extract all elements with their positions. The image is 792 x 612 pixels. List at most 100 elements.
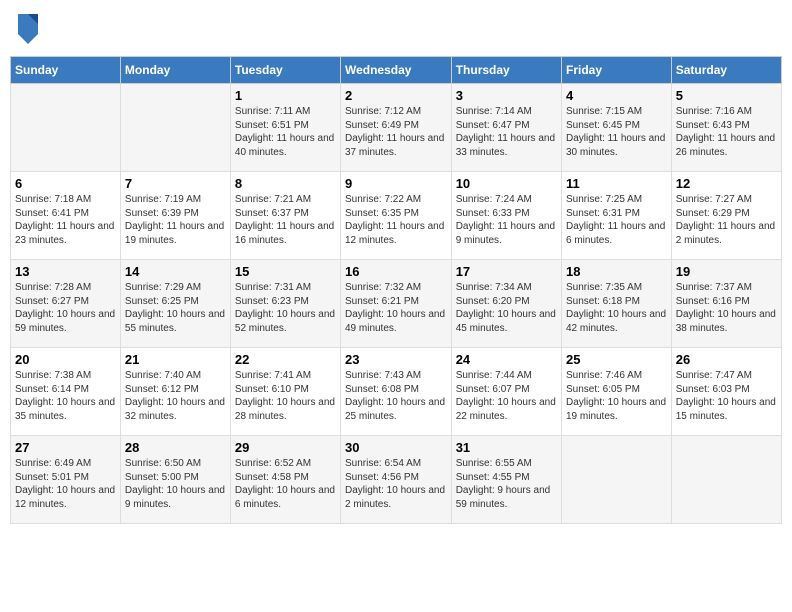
calendar-cell: 18 Sunrise: 7:35 AM Sunset: 6:18 PM Dayli… <box>561 260 671 348</box>
calendar-cell: 24Sunrise: 7:44 AM Sunset: 6:07 PM Dayli… <box>451 348 561 436</box>
day-number: 23 <box>345 352 447 367</box>
day-number: 31 <box>456 440 557 455</box>
calendar-cell <box>671 436 781 524</box>
cell-info: Sunrise: 7:16 AM Sunset: 6:43 PM Dayligh… <box>676 105 777 159</box>
calendar-cell: 13 Sunrise: 7:28 AM Sunset: 6:27 PM Dayli… <box>11 260 121 348</box>
day-number: 13 <box>15 264 116 279</box>
page-header <box>10 10 782 48</box>
cell-info: Sunrise: 7:29 AM Sunset: 6:25 PM Dayligh… <box>125 281 226 335</box>
cell-info: Sunrise: 6:50 AM Sunset: 5:00 PM Dayligh… <box>125 457 226 511</box>
calendar-cell: 27 Sunrise: 6:49 AM Sunset: 5:01 PM Dayli… <box>11 436 121 524</box>
cell-info: Sunrise: 6:54 AM Sunset: 4:56 PM Dayligh… <box>345 457 447 511</box>
calendar-cell: 21 Sunrise: 7:40 AM Sunset: 6:12 PM Dayli… <box>120 348 230 436</box>
day-number: 22 <box>235 352 336 367</box>
day-number: 24 <box>456 352 557 367</box>
cell-info: Sunrise: 7:32 AM Sunset: 6:21 PM Dayligh… <box>345 281 447 335</box>
day-number: 20 <box>15 352 116 367</box>
week-row-4: 20 Sunrise: 7:38 AM Sunset: 6:14 PM Dayli… <box>11 348 782 436</box>
cell-info: Sunrise: 7:41 AM Sunset: 6:10 PM Dayligh… <box>235 369 336 423</box>
cell-info: Sunrise: 7:46 AM Sunset: 6:05 PM Dayligh… <box>566 369 667 423</box>
cell-info: Sunrise: 7:34 AM Sunset: 6:20 PM Dayligh… <box>456 281 557 335</box>
header-row: SundayMondayTuesdayWednesdayThursdayFrid… <box>11 57 782 84</box>
day-number: 9 <box>345 176 447 191</box>
calendar-cell: 28Sunrise: 6:50 AM Sunset: 5:00 PM Dayli… <box>120 436 230 524</box>
calendar-cell: 12Sunrise: 7:27 AM Sunset: 6:29 PM Dayli… <box>671 172 781 260</box>
calendar-cell: 20 Sunrise: 7:38 AM Sunset: 6:14 PM Dayli… <box>11 348 121 436</box>
calendar-cell: 3 Sunrise: 7:14 AM Sunset: 6:47 PM Daylig… <box>451 84 561 172</box>
calendar-cell: 14 Sunrise: 7:29 AM Sunset: 6:25 PM Dayli… <box>120 260 230 348</box>
calendar-cell: 2Sunrise: 7:12 AM Sunset: 6:49 PM Daylig… <box>340 84 451 172</box>
calendar-cell: 17Sunrise: 7:34 AM Sunset: 6:20 PM Dayli… <box>451 260 561 348</box>
cell-info: Sunrise: 7:37 AM Sunset: 6:16 PM Dayligh… <box>676 281 777 335</box>
calendar-cell: 22 Sunrise: 7:41 AM Sunset: 6:10 PM Dayli… <box>230 348 340 436</box>
cell-info: Sunrise: 6:52 AM Sunset: 4:58 PM Dayligh… <box>235 457 336 511</box>
day-number: 18 <box>566 264 667 279</box>
day-number: 2 <box>345 88 447 103</box>
cell-info: Sunrise: 7:18 AM Sunset: 6:41 PM Dayligh… <box>15 193 116 247</box>
day-header-sunday: Sunday <box>11 57 121 84</box>
day-number: 19 <box>676 264 777 279</box>
week-row-5: 27 Sunrise: 6:49 AM Sunset: 5:01 PM Dayli… <box>11 436 782 524</box>
cell-info: Sunrise: 7:25 AM Sunset: 6:31 PM Dayligh… <box>566 193 667 247</box>
day-header-thursday: Thursday <box>451 57 561 84</box>
calendar-cell: 31 Sunrise: 6:55 AM Sunset: 4:55 PM Dayli… <box>451 436 561 524</box>
calendar-cell: 25 Sunrise: 7:46 AM Sunset: 6:05 PM Dayli… <box>561 348 671 436</box>
cell-info: Sunrise: 7:22 AM Sunset: 6:35 PM Dayligh… <box>345 193 447 247</box>
calendar-cell: 9 Sunrise: 7:22 AM Sunset: 6:35 PM Daylig… <box>340 172 451 260</box>
day-number: 6 <box>15 176 116 191</box>
day-number: 12 <box>676 176 777 191</box>
week-row-3: 13 Sunrise: 7:28 AM Sunset: 6:27 PM Dayli… <box>11 260 782 348</box>
day-number: 26 <box>676 352 777 367</box>
cell-info: Sunrise: 7:21 AM Sunset: 6:37 PM Dayligh… <box>235 193 336 247</box>
cell-info: Sunrise: 7:28 AM Sunset: 6:27 PM Dayligh… <box>15 281 116 335</box>
day-number: 11 <box>566 176 667 191</box>
day-number: 21 <box>125 352 226 367</box>
calendar-cell: 5 Sunrise: 7:16 AM Sunset: 6:43 PM Daylig… <box>671 84 781 172</box>
day-number: 4 <box>566 88 667 103</box>
week-row-1: 1Sunrise: 7:11 AM Sunset: 6:51 PM Daylig… <box>11 84 782 172</box>
calendar-body: 1Sunrise: 7:11 AM Sunset: 6:51 PM Daylig… <box>11 84 782 524</box>
cell-info: Sunrise: 7:24 AM Sunset: 6:33 PM Dayligh… <box>456 193 557 247</box>
day-header-friday: Friday <box>561 57 671 84</box>
cell-info: Sunrise: 7:15 AM Sunset: 6:45 PM Dayligh… <box>566 105 667 159</box>
calendar-cell: 26Sunrise: 7:47 AM Sunset: 6:03 PM Dayli… <box>671 348 781 436</box>
day-number: 30 <box>345 440 447 455</box>
logo <box>16 14 38 44</box>
day-number: 25 <box>566 352 667 367</box>
calendar-cell <box>561 436 671 524</box>
day-header-monday: Monday <box>120 57 230 84</box>
day-number: 16 <box>345 264 447 279</box>
cell-info: Sunrise: 7:19 AM Sunset: 6:39 PM Dayligh… <box>125 193 226 247</box>
day-number: 14 <box>125 264 226 279</box>
day-header-tuesday: Tuesday <box>230 57 340 84</box>
day-number: 5 <box>676 88 777 103</box>
day-number: 3 <box>456 88 557 103</box>
calendar-cell: 11 Sunrise: 7:25 AM Sunset: 6:31 PM Dayli… <box>561 172 671 260</box>
cell-info: Sunrise: 7:14 AM Sunset: 6:47 PM Dayligh… <box>456 105 557 159</box>
day-number: 7 <box>125 176 226 191</box>
day-header-wednesday: Wednesday <box>340 57 451 84</box>
day-number: 10 <box>456 176 557 191</box>
calendar-cell: 7 Sunrise: 7:19 AM Sunset: 6:39 PM Daylig… <box>120 172 230 260</box>
calendar-cell: 30 Sunrise: 6:54 AM Sunset: 4:56 PM Dayli… <box>340 436 451 524</box>
calendar-cell: 23 Sunrise: 7:43 AM Sunset: 6:08 PM Dayli… <box>340 348 451 436</box>
calendar-cell: 4 Sunrise: 7:15 AM Sunset: 6:45 PM Daylig… <box>561 84 671 172</box>
calendar-cell: 16 Sunrise: 7:32 AM Sunset: 6:21 PM Dayli… <box>340 260 451 348</box>
cell-info: Sunrise: 6:49 AM Sunset: 5:01 PM Dayligh… <box>15 457 116 511</box>
cell-info: Sunrise: 7:38 AM Sunset: 6:14 PM Dayligh… <box>15 369 116 423</box>
calendar-cell: 29 Sunrise: 6:52 AM Sunset: 4:58 PM Dayli… <box>230 436 340 524</box>
calendar-cell: 19 Sunrise: 7:37 AM Sunset: 6:16 PM Dayli… <box>671 260 781 348</box>
cell-info: Sunrise: 6:55 AM Sunset: 4:55 PM Dayligh… <box>456 457 557 511</box>
calendar-cell <box>11 84 121 172</box>
calendar-cell <box>120 84 230 172</box>
calendar-cell: 10 Sunrise: 7:24 AM Sunset: 6:33 PM Dayli… <box>451 172 561 260</box>
day-number: 27 <box>15 440 116 455</box>
cell-info: Sunrise: 7:35 AM Sunset: 6:18 PM Dayligh… <box>566 281 667 335</box>
cell-info: Sunrise: 7:11 AM Sunset: 6:51 PM Dayligh… <box>235 105 336 159</box>
calendar-header: SundayMondayTuesdayWednesdayThursdayFrid… <box>11 57 782 84</box>
calendar-cell: 6 Sunrise: 7:18 AM Sunset: 6:41 PM Daylig… <box>11 172 121 260</box>
cell-info: Sunrise: 7:40 AM Sunset: 6:12 PM Dayligh… <box>125 369 226 423</box>
cell-info: Sunrise: 7:43 AM Sunset: 6:08 PM Dayligh… <box>345 369 447 423</box>
day-number: 29 <box>235 440 336 455</box>
calendar-cell: 8Sunrise: 7:21 AM Sunset: 6:37 PM Daylig… <box>230 172 340 260</box>
